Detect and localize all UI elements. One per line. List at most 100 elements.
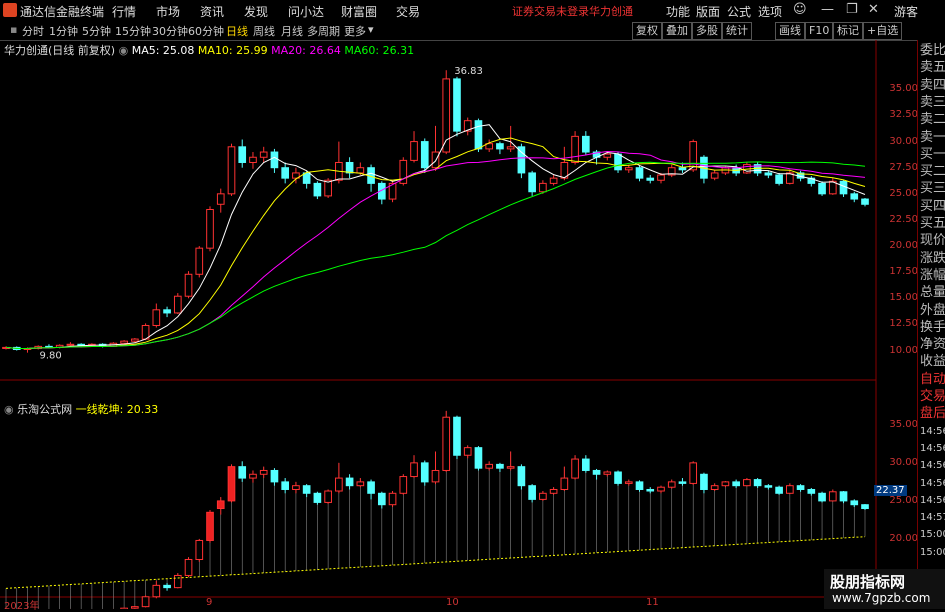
overlay-button[interactable]: 叠加 (662, 22, 692, 40)
side-panel-item[interactable]: 涨幅 (920, 267, 945, 284)
draw-line-button[interactable]: 画线 (775, 22, 805, 40)
side-panel-item[interactable]: 14:56 (920, 457, 945, 474)
menu-discover[interactable]: 发现 (244, 3, 268, 20)
side-panel-item[interactable]: 自动 (920, 371, 945, 388)
side-panel-item[interactable]: 卖五 (920, 59, 945, 76)
f10-button[interactable]: F10 (805, 22, 834, 40)
minimize-icon[interactable]: — (821, 2, 834, 17)
guest-label[interactable]: 游客 (894, 3, 918, 20)
menu-quotes[interactable]: 行情 (112, 3, 136, 20)
tab-1min[interactable]: 1分钟 (49, 23, 78, 39)
sub-candle (216, 500, 225, 510)
side-panel-item[interactable]: 收益 (920, 353, 945, 370)
candle-body (431, 151, 440, 169)
adjust-button[interactable]: 复权 (632, 22, 662, 40)
restore-icon[interactable]: ❐ (846, 2, 858, 17)
sub-candle (786, 485, 794, 494)
menu-trade[interactable]: 交易 (396, 3, 420, 20)
sub-candle (560, 477, 569, 490)
tab-30min[interactable]: 30分钟 (152, 23, 188, 39)
sub-candle (173, 574, 182, 589)
candle-body (581, 135, 590, 153)
main-y-tick: 22.50 (889, 213, 918, 225)
side-panel-item[interactable]: 现价 (920, 232, 945, 249)
side-panel-item[interactable]: 净资 (920, 336, 945, 353)
side-panel-item[interactable]: 15:00 (920, 526, 945, 543)
multi-stock-button[interactable]: 多股 (692, 22, 722, 40)
menu-options[interactable]: 选项 (758, 3, 782, 20)
side-panel-item[interactable]: 卖三 (920, 94, 945, 111)
sub-candle (517, 466, 526, 487)
add-watchlist-button[interactable]: +自选 (863, 22, 903, 40)
tab-daily[interactable]: 日线 (226, 23, 248, 39)
candle-body (184, 273, 193, 297)
side-panel-item[interactable]: 买五 (920, 215, 945, 232)
sub-candle (431, 469, 440, 483)
sub-candle (807, 488, 816, 494)
side-panel-item[interactable]: 委比 (920, 42, 945, 59)
app-name: 通达信金融终端 (20, 5, 105, 19)
side-panel-item[interactable]: 14:56 (920, 475, 945, 492)
side-panel-item[interactable]: 卖一 (920, 129, 945, 146)
tab-5min[interactable]: 5分钟 (82, 23, 111, 39)
side-panel-item[interactable]: 卖四 (920, 77, 945, 94)
side-panel-item[interactable]: 14:57 (920, 509, 945, 526)
tab-60min[interactable]: 60分钟 (188, 23, 224, 39)
side-panel-item[interactable]: 交易 (920, 388, 945, 405)
sub-candle (839, 491, 848, 502)
candle-body (549, 177, 558, 184)
side-panel-item[interactable]: 14:56 (920, 492, 945, 509)
toolbar-collapse-icon[interactable]: ▪ (10, 23, 17, 36)
side-panel-item[interactable]: 14:56 (920, 440, 945, 457)
side-panel-item[interactable]: 买四 (920, 198, 945, 215)
side-panel-item[interactable]: 买二 (920, 163, 945, 180)
kline-chart[interactable]: 36.83 9.80 (0, 40, 917, 609)
close-icon[interactable]: ✕ (868, 2, 879, 17)
side-panel-item[interactable]: 买三 (920, 180, 945, 197)
sub-candle (270, 469, 279, 483)
side-panel-item[interactable]: 换手 (920, 319, 945, 336)
app-logo-icon (3, 3, 17, 17)
side-panel-item[interactable]: 15:00 (920, 544, 945, 561)
mark-button[interactable]: 标记 (833, 22, 863, 40)
sub-candle (324, 490, 332, 503)
side-panel-item[interactable]: 盘后 (920, 405, 945, 422)
sub-candle (292, 485, 300, 490)
sub-candle (678, 481, 687, 484)
sub-candle (689, 462, 698, 484)
candle-body (313, 182, 322, 197)
user-icon[interactable]: ☺ (793, 2, 807, 17)
menu-news[interactable]: 资讯 (200, 3, 224, 20)
sub-candle (828, 491, 837, 502)
side-panel-item[interactable]: 卖二 (920, 111, 945, 128)
tab-more[interactable]: 更多 (344, 23, 366, 39)
tab-multi-period[interactable]: 多周期 (307, 23, 340, 39)
statistics-button[interactable]: 统计 (722, 22, 752, 40)
menu-formula[interactable]: 公式 (727, 3, 751, 20)
tab-15min[interactable]: 15分钟 (115, 23, 151, 39)
menu-layout[interactable]: 版面 (696, 3, 720, 20)
x-label-sep: 9 (206, 597, 213, 608)
more-dropdown-icon[interactable]: ▾ (368, 23, 374, 36)
side-panel-item[interactable]: 外盘 (920, 302, 945, 319)
sub-candle (753, 479, 762, 487)
side-panel-item[interactable]: 涨跌 (920, 250, 945, 267)
sub-candle (592, 469, 601, 475)
sub-candle (721, 481, 730, 487)
tab-intraday[interactable]: 分时 (22, 23, 44, 39)
login-warning[interactable]: 证券交易未登录 (512, 3, 589, 19)
menu-function[interactable]: 功能 (666, 3, 690, 20)
sub-candle (388, 492, 397, 506)
tab-monthly[interactable]: 月线 (281, 23, 303, 39)
sub-candle (710, 485, 719, 490)
side-panel-item[interactable]: 买一 (920, 146, 945, 163)
menu-ask[interactable]: 问小达 (288, 3, 324, 20)
side-panel-item[interactable]: 14:56 (920, 423, 945, 440)
candle-body (238, 146, 247, 163)
side-panel-item[interactable]: 总量 (920, 284, 945, 301)
candle-body (173, 295, 182, 314)
tab-weekly[interactable]: 周线 (253, 23, 275, 39)
x-label-2023: 2023年 (4, 601, 40, 612)
menu-wealth-circle[interactable]: 财富圈 (341, 3, 377, 20)
menu-market[interactable]: 市场 (156, 3, 180, 20)
